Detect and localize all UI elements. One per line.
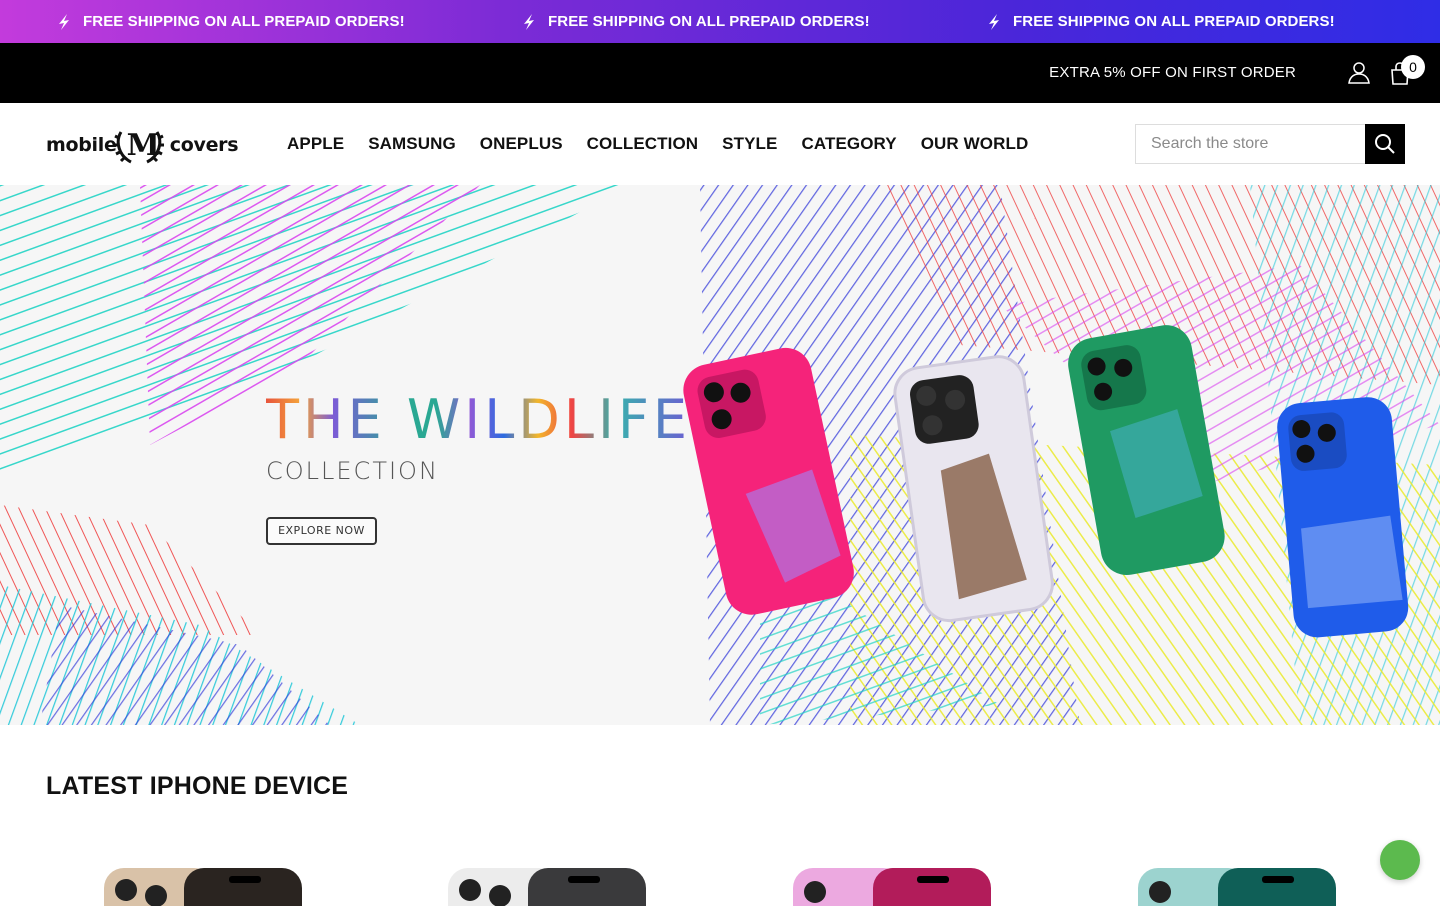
bolt-icon (524, 13, 534, 30)
search-form (1135, 124, 1405, 164)
nav-apple[interactable]: APPLE (287, 134, 344, 154)
nav-collection[interactable]: COLLECTION (587, 134, 699, 154)
nav-style[interactable]: STYLE (722, 134, 777, 154)
phone-case-blue (1277, 397, 1409, 638)
site-logo[interactable]: mobile M covers (46, 123, 239, 167)
hero-title: THE WILDLIFE (266, 393, 691, 447)
cart-count-badge: 0 (1401, 55, 1425, 79)
explore-now-button[interactable]: EXPLORE NOW (266, 517, 377, 545)
logo-emblem: M (113, 127, 168, 163)
logo-m-letter: M (126, 127, 160, 163)
announcement-text: FREE SHIPPING ON ALL PREPAID ORDERS! (1013, 13, 1335, 30)
account-icon[interactable] (1347, 60, 1371, 84)
announcement-text: FREE SHIPPING ON ALL PREPAID ORDERS! (548, 13, 870, 30)
product-image-teal[interactable] (1138, 866, 1338, 906)
search-input[interactable] (1136, 125, 1366, 163)
product-image-white-titanium[interactable] (448, 866, 648, 906)
hero-subtitle: COLLECTION (266, 457, 439, 485)
logo-text-covers: covers (169, 134, 239, 156)
nav-category[interactable]: CATEGORY (801, 134, 896, 154)
announcement-bar: FREE SHIPPING ON ALL PREPAID ORDERS! FRE… (0, 0, 1440, 43)
hero-banner[interactable]: THE WILDLIFE COLLECTION EXPLORE NOW (0, 185, 1440, 725)
first-order-offer[interactable]: EXTRA 5% OFF ON FIRST ORDER (1049, 43, 1296, 103)
bolt-icon (59, 13, 69, 30)
announcement-item: FREE SHIPPING ON ALL PREPAID ORDERS! (55, 0, 405, 43)
bolt-icon (989, 13, 999, 30)
product-image-desert-titanium[interactable] (104, 866, 304, 906)
product-image-pink[interactable] (793, 866, 993, 906)
section-title: LATEST IPHONE DEVICE (46, 772, 349, 800)
nav-oneplus[interactable]: ONEPLUS (480, 134, 563, 154)
announcement-item: FREE SHIPPING ON ALL PREPAID ORDERS! (985, 0, 1335, 43)
hero-title-text: THE WILDLIFE (266, 388, 692, 451)
hero-background (0, 185, 1440, 725)
nav-our-world[interactable]: OUR WORLD (921, 134, 1029, 154)
main-nav: APPLE SAMSUNG ONEPLUS COLLECTION STYLE C… (287, 103, 1052, 185)
announcement-item: FREE SHIPPING ON ALL PREPAID ORDERS! (520, 0, 870, 43)
search-button[interactable] (1365, 124, 1405, 164)
chat-widget-button[interactable] (1380, 840, 1420, 880)
site-header: mobile M covers APPLE SAMSUNG ONEPLUS CO… (0, 103, 1440, 185)
top-bar: EXTRA 5% OFF ON FIRST ORDER 0 (0, 43, 1440, 103)
logo-text-mobile: mobile (46, 134, 117, 156)
announcement-text: FREE SHIPPING ON ALL PREPAID ORDERS! (83, 13, 405, 30)
search-icon (1375, 134, 1395, 154)
nav-samsung[interactable]: SAMSUNG (368, 134, 456, 154)
